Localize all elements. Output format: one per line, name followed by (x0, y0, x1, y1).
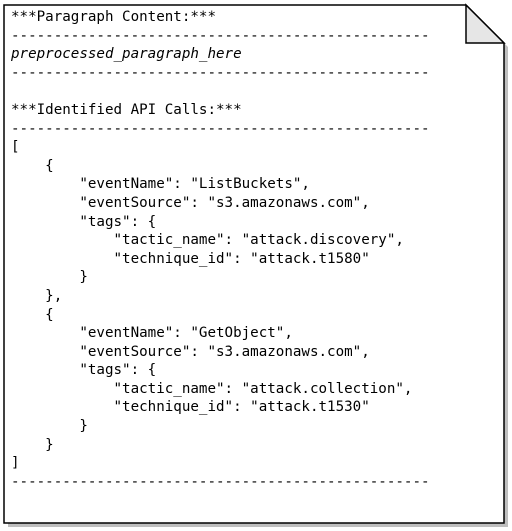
separator-1: ----------------------------------------… (11, 27, 430, 44)
api-calls-json: [ { "eventName": "ListBuckets", "eventSo… (11, 138, 461, 473)
separator-2: ----------------------------------------… (11, 64, 430, 81)
note-content: ***Paragraph Content:*** ---------------… (11, 8, 461, 491)
json-line: { (11, 157, 54, 174)
api-calls-heading: ***Identified API Calls:*** (11, 101, 242, 118)
note-panel: ***Paragraph Content:*** ---------------… (0, 0, 512, 531)
json-line: "tags": { (11, 213, 157, 230)
json-line: "technique_id": "attack.t1580" (11, 250, 370, 267)
paragraph-heading: ***Paragraph Content:*** (11, 9, 216, 25)
separator-3: ----------------------------------------… (11, 120, 430, 137)
json-line: ] (11, 455, 20, 472)
json-line: { (11, 306, 54, 323)
json-line: }, (11, 287, 63, 304)
json-line: "eventSource": "s3.amazonaws.com", (11, 343, 370, 360)
json-line: } (11, 269, 88, 286)
json-line: "tags": { (11, 362, 157, 379)
json-line: } (11, 436, 54, 453)
json-line: "eventSource": "s3.amazonaws.com", (11, 194, 370, 211)
paragraph-placeholder: preprocessed_paragraph_here (11, 46, 242, 63)
json-line: "tactic_name": "attack.discovery", (11, 232, 404, 249)
json-line: "eventName": "ListBuckets", (11, 176, 310, 193)
note-fold (465, 3, 506, 44)
json-line: "tactic_name": "attack.collection", (11, 380, 413, 397)
json-line: "eventName": "GetObject", (11, 325, 293, 342)
separator-4: ----------------------------------------… (11, 473, 430, 490)
json-line: "technique_id": "attack.t1530" (11, 399, 370, 416)
json-line: [ (11, 139, 20, 156)
json-line: } (11, 418, 88, 435)
